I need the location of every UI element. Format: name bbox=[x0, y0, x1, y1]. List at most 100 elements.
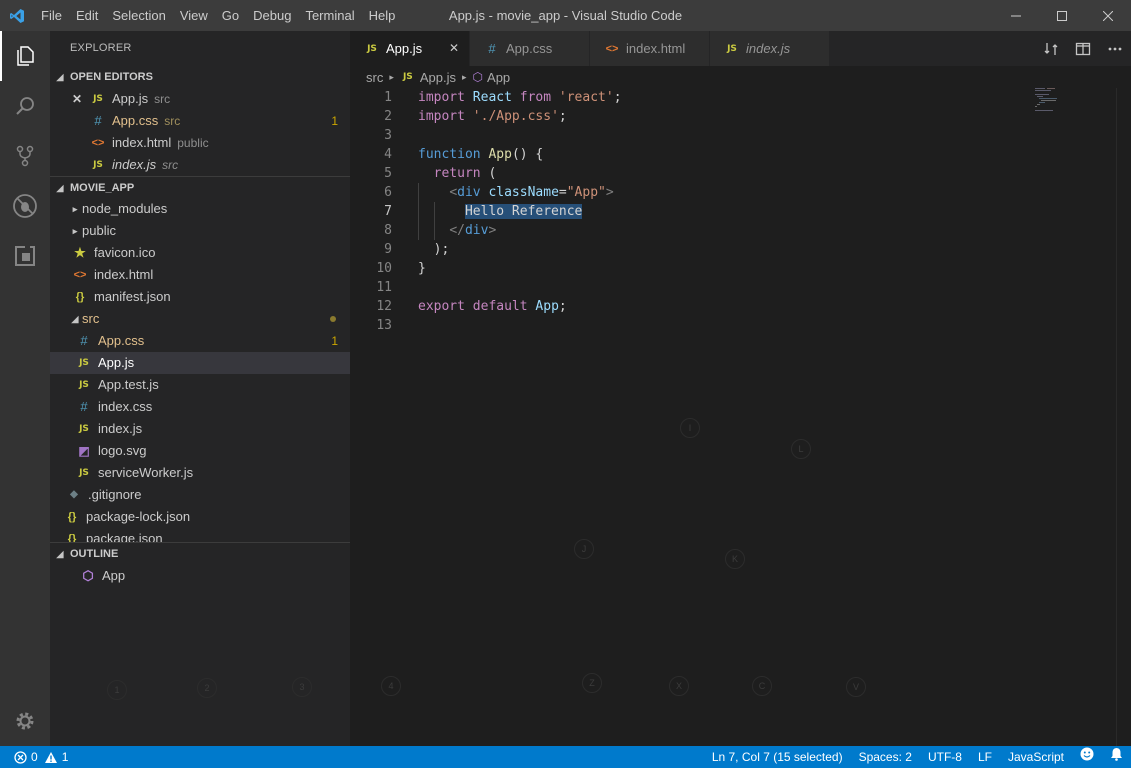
tree-folder[interactable]: ▸ public bbox=[50, 220, 350, 242]
menu-view[interactable]: View bbox=[173, 0, 215, 31]
chevron-right-icon: ▸ bbox=[72, 226, 78, 236]
problem-count-badge: 1 bbox=[331, 334, 338, 348]
minimap[interactable] bbox=[1035, 88, 1061, 114]
tab-label: App.js bbox=[386, 41, 423, 56]
open-editor-item[interactable]: <> index.html public bbox=[50, 132, 350, 154]
open-editor-item[interactable]: JS index.js src bbox=[50, 154, 350, 176]
open-editor-item[interactable]: ✕ JS App.js src bbox=[50, 88, 350, 110]
problems-status[interactable]: 0 1 bbox=[0, 746, 68, 768]
tree-file[interactable]: ◩ logo.svg bbox=[50, 440, 350, 462]
sidebar-title: EXPLORER bbox=[70, 42, 132, 54]
symbol-class-icon: ⬡ bbox=[472, 70, 484, 84]
tree-file[interactable]: JS App.test.js bbox=[50, 374, 350, 396]
tab-app-js[interactable]: JS App.js ✕ bbox=[350, 31, 470, 66]
source-control-activity-button[interactable] bbox=[0, 131, 50, 181]
breadcrumb-symbol[interactable]: App bbox=[487, 70, 510, 85]
code-line[interactable]: ​ bbox=[418, 316, 622, 335]
tree-folder[interactable]: ◢ src bbox=[50, 308, 350, 330]
tree-file[interactable]: # index.css bbox=[50, 396, 350, 418]
extensions-activity-button[interactable] bbox=[0, 231, 50, 281]
debug-activity-button[interactable] bbox=[0, 181, 50, 231]
explorer-activity-button[interactable] bbox=[0, 31, 50, 81]
breadcrumb: src ▸ JS App.js ▸ ⬡ App bbox=[350, 66, 1131, 88]
tree-file[interactable]: JS index.js bbox=[50, 418, 350, 440]
open-editors-header[interactable]: ◢ OPEN EDITORS bbox=[50, 66, 350, 88]
tree-item-label: App.css bbox=[98, 333, 145, 348]
code-line[interactable]: ); bbox=[418, 240, 622, 259]
menu-terminal[interactable]: Terminal bbox=[298, 0, 361, 31]
language-status[interactable]: JavaScript bbox=[1000, 746, 1072, 768]
svg-file-icon: ◩ bbox=[78, 444, 90, 458]
tab-app-css[interactable]: # App.css bbox=[470, 31, 590, 66]
feedback-button[interactable] bbox=[1072, 746, 1102, 768]
code-editor[interactable]: 1 2 3 4 5 6 7 8 9 10 11 12 13 import Rea… bbox=[350, 88, 1131, 746]
menu-debug[interactable]: Debug bbox=[246, 0, 298, 31]
close-editor-icon[interactable]: ✕ bbox=[70, 88, 84, 110]
tree-file-selected[interactable]: JS App.js bbox=[50, 352, 350, 374]
code-line[interactable]: <div className="App"> bbox=[418, 183, 622, 202]
outline-item[interactable]: ⬡ App bbox=[50, 565, 350, 587]
line-number: 13 bbox=[376, 318, 392, 333]
vscode-logo-icon bbox=[0, 0, 34, 31]
maximize-button[interactable] bbox=[1039, 0, 1085, 31]
indentation-status[interactable]: Spaces: 2 bbox=[851, 746, 920, 768]
code-content[interactable]: import React from 'react'; import './App.… bbox=[418, 88, 622, 335]
chevron-right-icon: ▸ bbox=[462, 71, 467, 82]
code-line[interactable]: } bbox=[418, 259, 622, 278]
open-changes-button[interactable] bbox=[1035, 31, 1067, 66]
close-tab-icon[interactable]: ✕ bbox=[449, 41, 459, 55]
ghost-key-label: 2 bbox=[197, 678, 217, 698]
notifications-button[interactable] bbox=[1102, 746, 1131, 768]
code-line[interactable]: function App() { bbox=[418, 145, 622, 164]
menu-edit[interactable]: Edit bbox=[69, 0, 105, 31]
encoding-status[interactable]: UTF-8 bbox=[920, 746, 970, 768]
tree-file[interactable]: # App.css 1 bbox=[50, 330, 350, 352]
line-number: 12 bbox=[376, 299, 392, 314]
manage-activity-button[interactable] bbox=[0, 696, 50, 746]
code-line[interactable]: Hello Reference bbox=[418, 202, 622, 221]
tree-item-label: App.test.js bbox=[98, 377, 159, 392]
code-line[interactable]: export default App; bbox=[418, 297, 622, 316]
eol-status[interactable]: LF bbox=[970, 746, 1000, 768]
menu-help[interactable]: Help bbox=[362, 0, 403, 31]
tree-file[interactable]: ◆ .gitignore bbox=[50, 484, 350, 506]
tree-file[interactable]: ★ favicon.ico bbox=[50, 242, 350, 264]
tab-index-js[interactable]: JS index.js bbox=[710, 31, 830, 66]
code-line[interactable]: return ( bbox=[418, 164, 622, 183]
line-number: 6 bbox=[384, 185, 392, 200]
tab-index-html[interactable]: <> index.html bbox=[590, 31, 710, 66]
outline-header[interactable]: ◢ OUTLINE bbox=[50, 543, 350, 565]
menu-file[interactable]: File bbox=[34, 0, 69, 31]
search-activity-button[interactable] bbox=[0, 81, 50, 131]
tree-folder[interactable]: ▸ node_modules bbox=[50, 198, 350, 220]
code-line[interactable]: import React from 'react'; bbox=[418, 88, 622, 107]
split-editor-button[interactable] bbox=[1067, 31, 1099, 66]
more-actions-button[interactable] bbox=[1099, 31, 1131, 66]
menu-go[interactable]: Go bbox=[215, 0, 246, 31]
warning-count: 1 bbox=[61, 750, 69, 764]
code-line[interactable]: import './App.css'; bbox=[418, 107, 622, 126]
js-file-icon: JS bbox=[93, 160, 103, 170]
open-editor-desc: src bbox=[154, 92, 171, 106]
breadcrumb-folder[interactable]: src bbox=[366, 70, 383, 85]
ghost-key-label: L bbox=[791, 439, 811, 459]
code-line[interactable]: ​ bbox=[418, 126, 622, 145]
open-editor-name: index.html bbox=[112, 135, 172, 150]
tree-file[interactable]: JS serviceWorker.js bbox=[50, 462, 350, 484]
code-line[interactable]: ​ bbox=[418, 278, 622, 297]
tree-file[interactable]: {} package-lock.json bbox=[50, 506, 350, 528]
code-line[interactable]: </div> bbox=[418, 221, 622, 240]
open-editor-item[interactable]: # App.css src 1 bbox=[50, 110, 350, 132]
tree-file[interactable]: {} manifest.json bbox=[50, 286, 350, 308]
indent-guide bbox=[434, 202, 435, 240]
vertical-scrollbar[interactable] bbox=[1116, 88, 1117, 746]
minimize-button[interactable] bbox=[993, 0, 1039, 31]
menu-bar: File Edit Selection View Go Debug Termin… bbox=[34, 0, 402, 31]
chevron-down-icon: ◢ bbox=[71, 314, 79, 324]
cursor-position-status[interactable]: Ln 7, Col 7 (15 selected) bbox=[704, 746, 851, 768]
breadcrumb-file[interactable]: App.js bbox=[420, 70, 456, 85]
tree-file[interactable]: <> index.html bbox=[50, 264, 350, 286]
project-header[interactable]: ◢ MOVIE_APP bbox=[50, 176, 350, 198]
close-window-button[interactable] bbox=[1085, 0, 1131, 31]
menu-selection[interactable]: Selection bbox=[105, 0, 172, 31]
